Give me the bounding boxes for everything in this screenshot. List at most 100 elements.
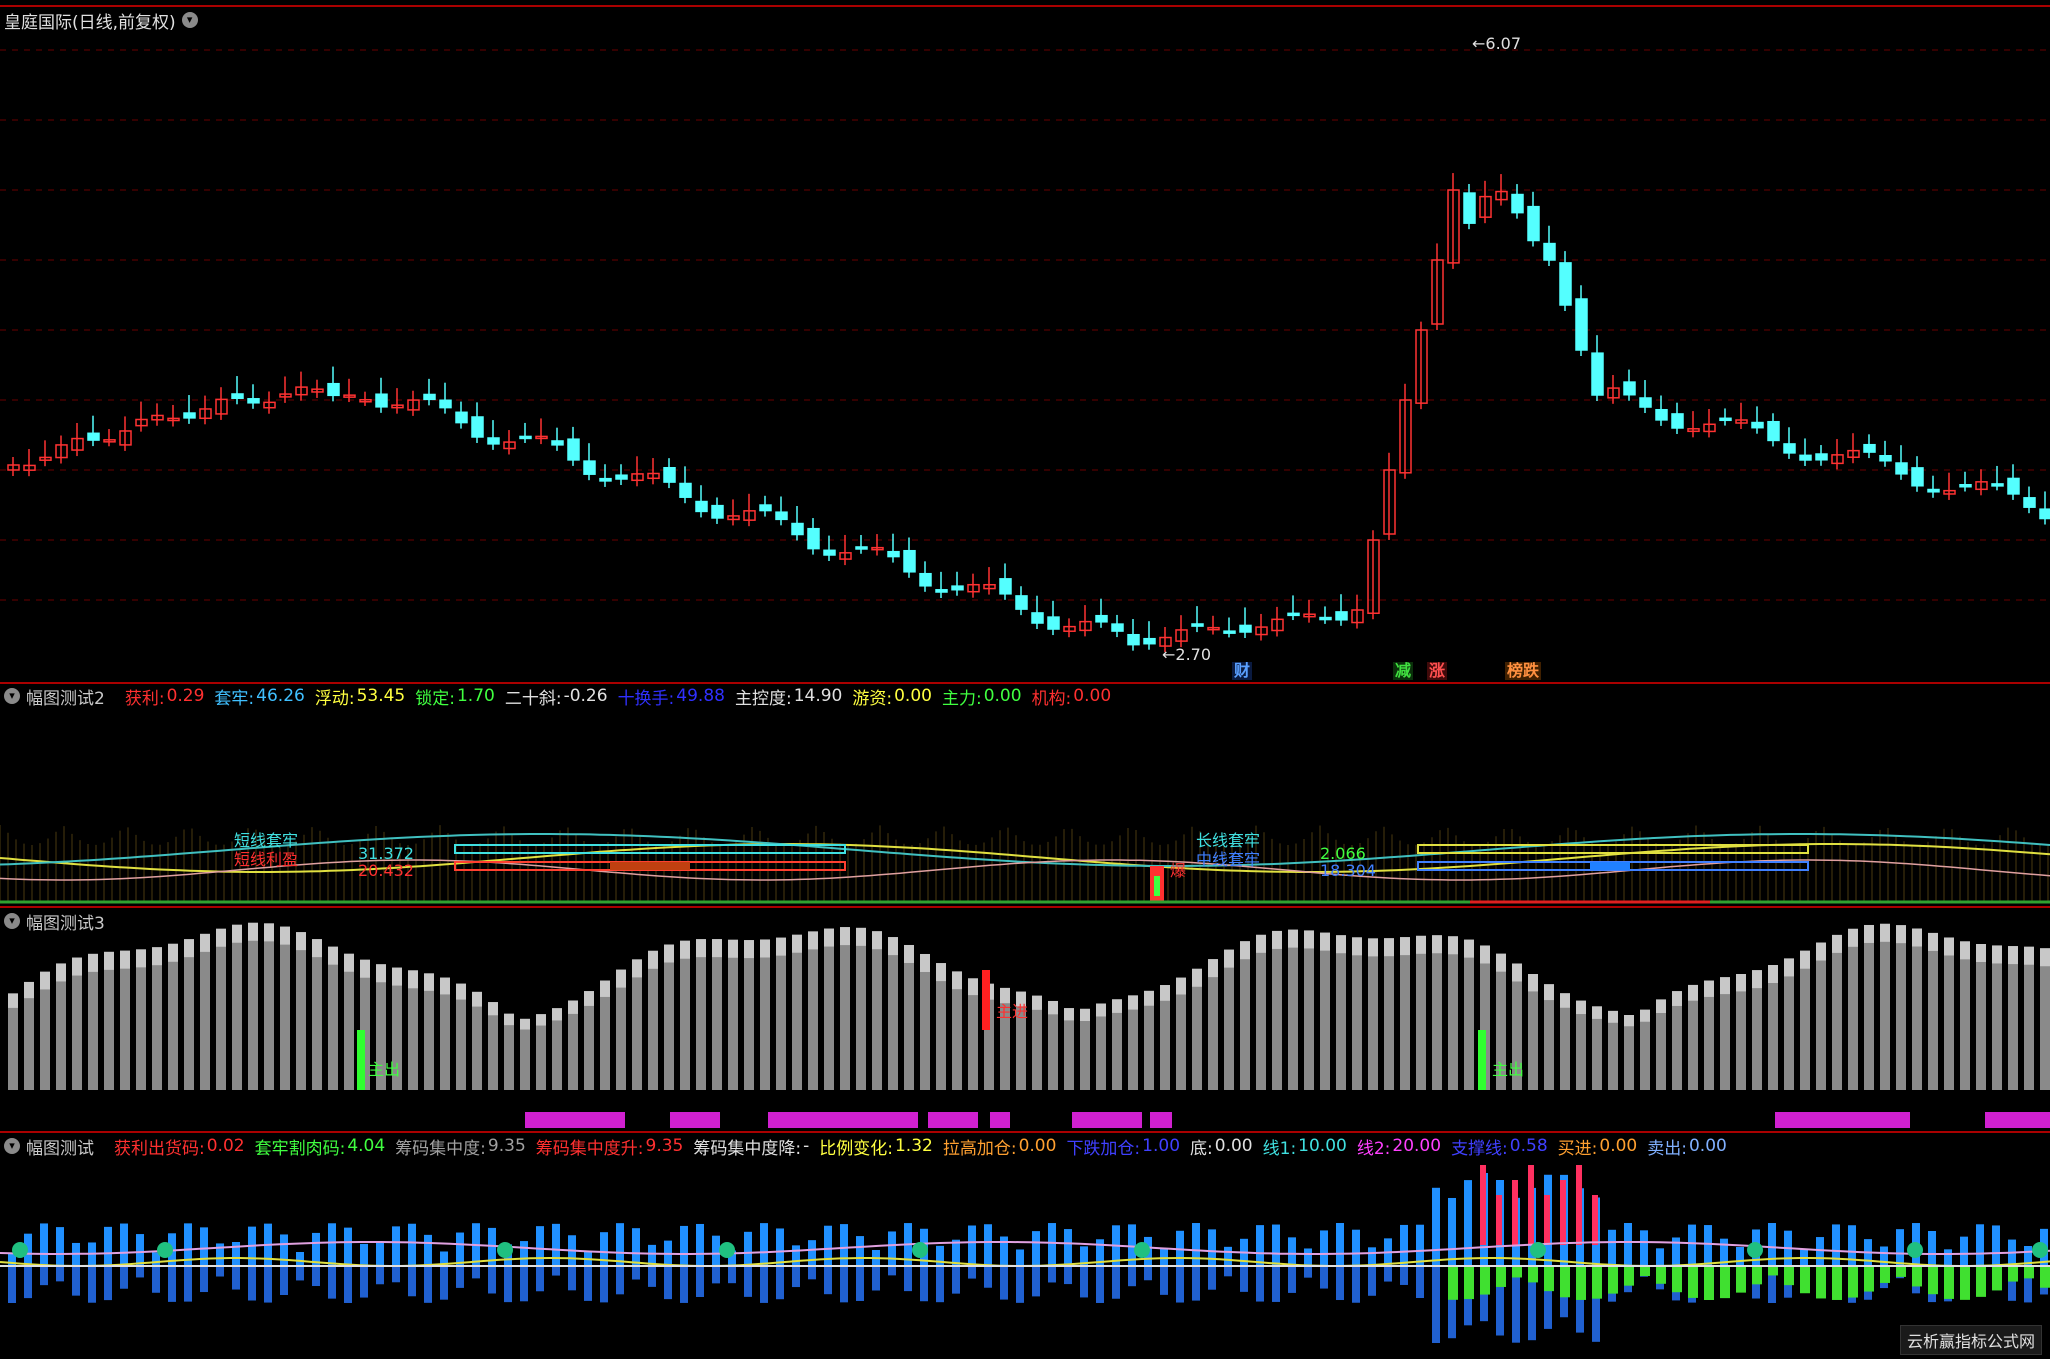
gray-bar-cap (1032, 995, 1042, 1010)
candle-body (519, 435, 532, 440)
gray-bar-cap (1208, 959, 1218, 978)
marker-jian[interactable]: 减 (1393, 662, 1414, 680)
candle-body (1559, 262, 1572, 306)
blue-bar (984, 1224, 992, 1265)
collapse-icon[interactable]: ▾ (4, 1138, 20, 1154)
candle-body (1927, 488, 1940, 493)
long-trapped-label: 长线套牢 (1196, 831, 1261, 850)
red-spike (1560, 1180, 1566, 1245)
gray-bar-cap (1928, 932, 1938, 951)
dropdown-icon[interactable]: ▾ (181, 12, 198, 28)
gray-bar-cap (648, 950, 658, 969)
blue-bar (1112, 1265, 1120, 1299)
buy-signal-icon (912, 1242, 928, 1258)
blue-bar (456, 1232, 464, 1265)
marker-bangdie[interactable]: 榜跌 (1505, 662, 1542, 680)
gray-bar (1784, 958, 1794, 1090)
blue-bar (1272, 1224, 1280, 1265)
main-out-bar (1478, 1030, 1486, 1090)
blue-bar (152, 1265, 160, 1293)
blue-bar (1144, 1265, 1152, 1281)
blue-bar (664, 1265, 672, 1300)
blue-bar (104, 1226, 112, 1265)
panel4-field-value-8: 0.00 (1214, 1136, 1253, 1156)
green-bar (1752, 1265, 1762, 1285)
gray-bar-cap (792, 934, 802, 953)
panel2-name[interactable]: 幅图测试2 (26, 684, 105, 709)
panel4-field-label-8: 底: (1190, 1138, 1213, 1159)
candle-body (583, 460, 596, 475)
candle-body (327, 382, 340, 397)
gray-bar-cap (1944, 937, 1954, 956)
blue-bar (1400, 1224, 1408, 1265)
main-title[interactable]: 皇庭国际(日线,前复权) (4, 8, 176, 33)
magenta-block (928, 1112, 978, 1128)
candle-body (903, 549, 916, 573)
gray-bar-cap (1048, 1000, 1058, 1015)
gray-bar (88, 953, 98, 1090)
collapse-icon[interactable]: ▾ (4, 688, 20, 704)
blue-bar (1048, 1223, 1056, 1265)
gray-bar-cap (760, 939, 770, 958)
candle-body (887, 550, 900, 558)
gray-bar-cap (2040, 948, 2050, 967)
blue-bar (248, 1265, 256, 1301)
candle-body (855, 546, 868, 550)
panel3-name[interactable]: 幅图测试3 (26, 909, 105, 934)
marker-zhang[interactable]: 涨 (1427, 662, 1448, 680)
panel4-name[interactable]: 幅图测试 (26, 1134, 94, 1159)
gray-bar-cap (344, 953, 354, 972)
candle-body (1783, 443, 1796, 454)
blue-bar (1256, 1265, 1264, 1302)
gray-bar-cap (168, 943, 178, 962)
gray-bar-cap (1176, 977, 1186, 995)
panel4-field-label-2: 筹码集中度: (395, 1138, 486, 1159)
gray-bar-cap (1400, 937, 1410, 956)
blue-bar (712, 1235, 720, 1265)
low-price-label: ←2.70 (1162, 645, 1212, 664)
blue-bar (1256, 1225, 1264, 1265)
gray-bar-cap (920, 953, 930, 972)
blue-bar (1320, 1265, 1328, 1289)
short-trapped-label: 短线套牢 (234, 831, 299, 850)
gray-bar-cap (728, 939, 738, 958)
blue-bar (232, 1242, 240, 1265)
gray-bar-cap (216, 928, 226, 947)
panel4-field-value-7: 1.00 (1142, 1136, 1181, 1156)
blue-bar (424, 1265, 432, 1303)
gray-bar (1864, 924, 1874, 1090)
gray-bar-cap (88, 953, 98, 972)
candle-body (1879, 454, 1892, 462)
blue-bar (232, 1265, 240, 1290)
panel4-field-label-12: 买进: (1557, 1138, 1598, 1159)
blue-bar (600, 1265, 608, 1303)
gray-bar-cap (1816, 942, 1826, 961)
gray-bar-cap (40, 971, 50, 990)
marker-cai[interactable]: 财 (1232, 662, 1253, 680)
candle-body (1895, 462, 1908, 475)
candle-body (1719, 417, 1732, 422)
panel4-field-value-11: 0.58 (1509, 1136, 1548, 1156)
blue-bar (440, 1265, 448, 1300)
collapse-icon[interactable]: ▾ (4, 913, 20, 929)
mid-trapped-value: 18.304 (1320, 861, 1376, 880)
blue-bar (168, 1265, 176, 1302)
gray-bar-cap (440, 977, 450, 995)
gray-bar (2040, 948, 2050, 1090)
panel4-field-value-9: 10.00 (1298, 1136, 1347, 1156)
blue-bar (1048, 1265, 1056, 1283)
gray-bar-cap (1000, 987, 1010, 1004)
red-spike (1576, 1165, 1582, 1245)
blue-bar (776, 1228, 784, 1265)
gray-bar-cap (600, 980, 610, 997)
blue-bar (584, 1265, 592, 1301)
gray-bar-cap (1512, 963, 1522, 982)
blue-bar (1736, 1246, 1744, 1265)
panel4-field-value-0: 0.02 (206, 1136, 245, 1156)
blue-bar (760, 1265, 768, 1303)
gray-bar (696, 939, 706, 1090)
blue-bar (520, 1241, 528, 1265)
gray-bar-cap (1832, 934, 1842, 953)
blue-bar (696, 1265, 704, 1297)
candle-body (1959, 483, 1972, 488)
